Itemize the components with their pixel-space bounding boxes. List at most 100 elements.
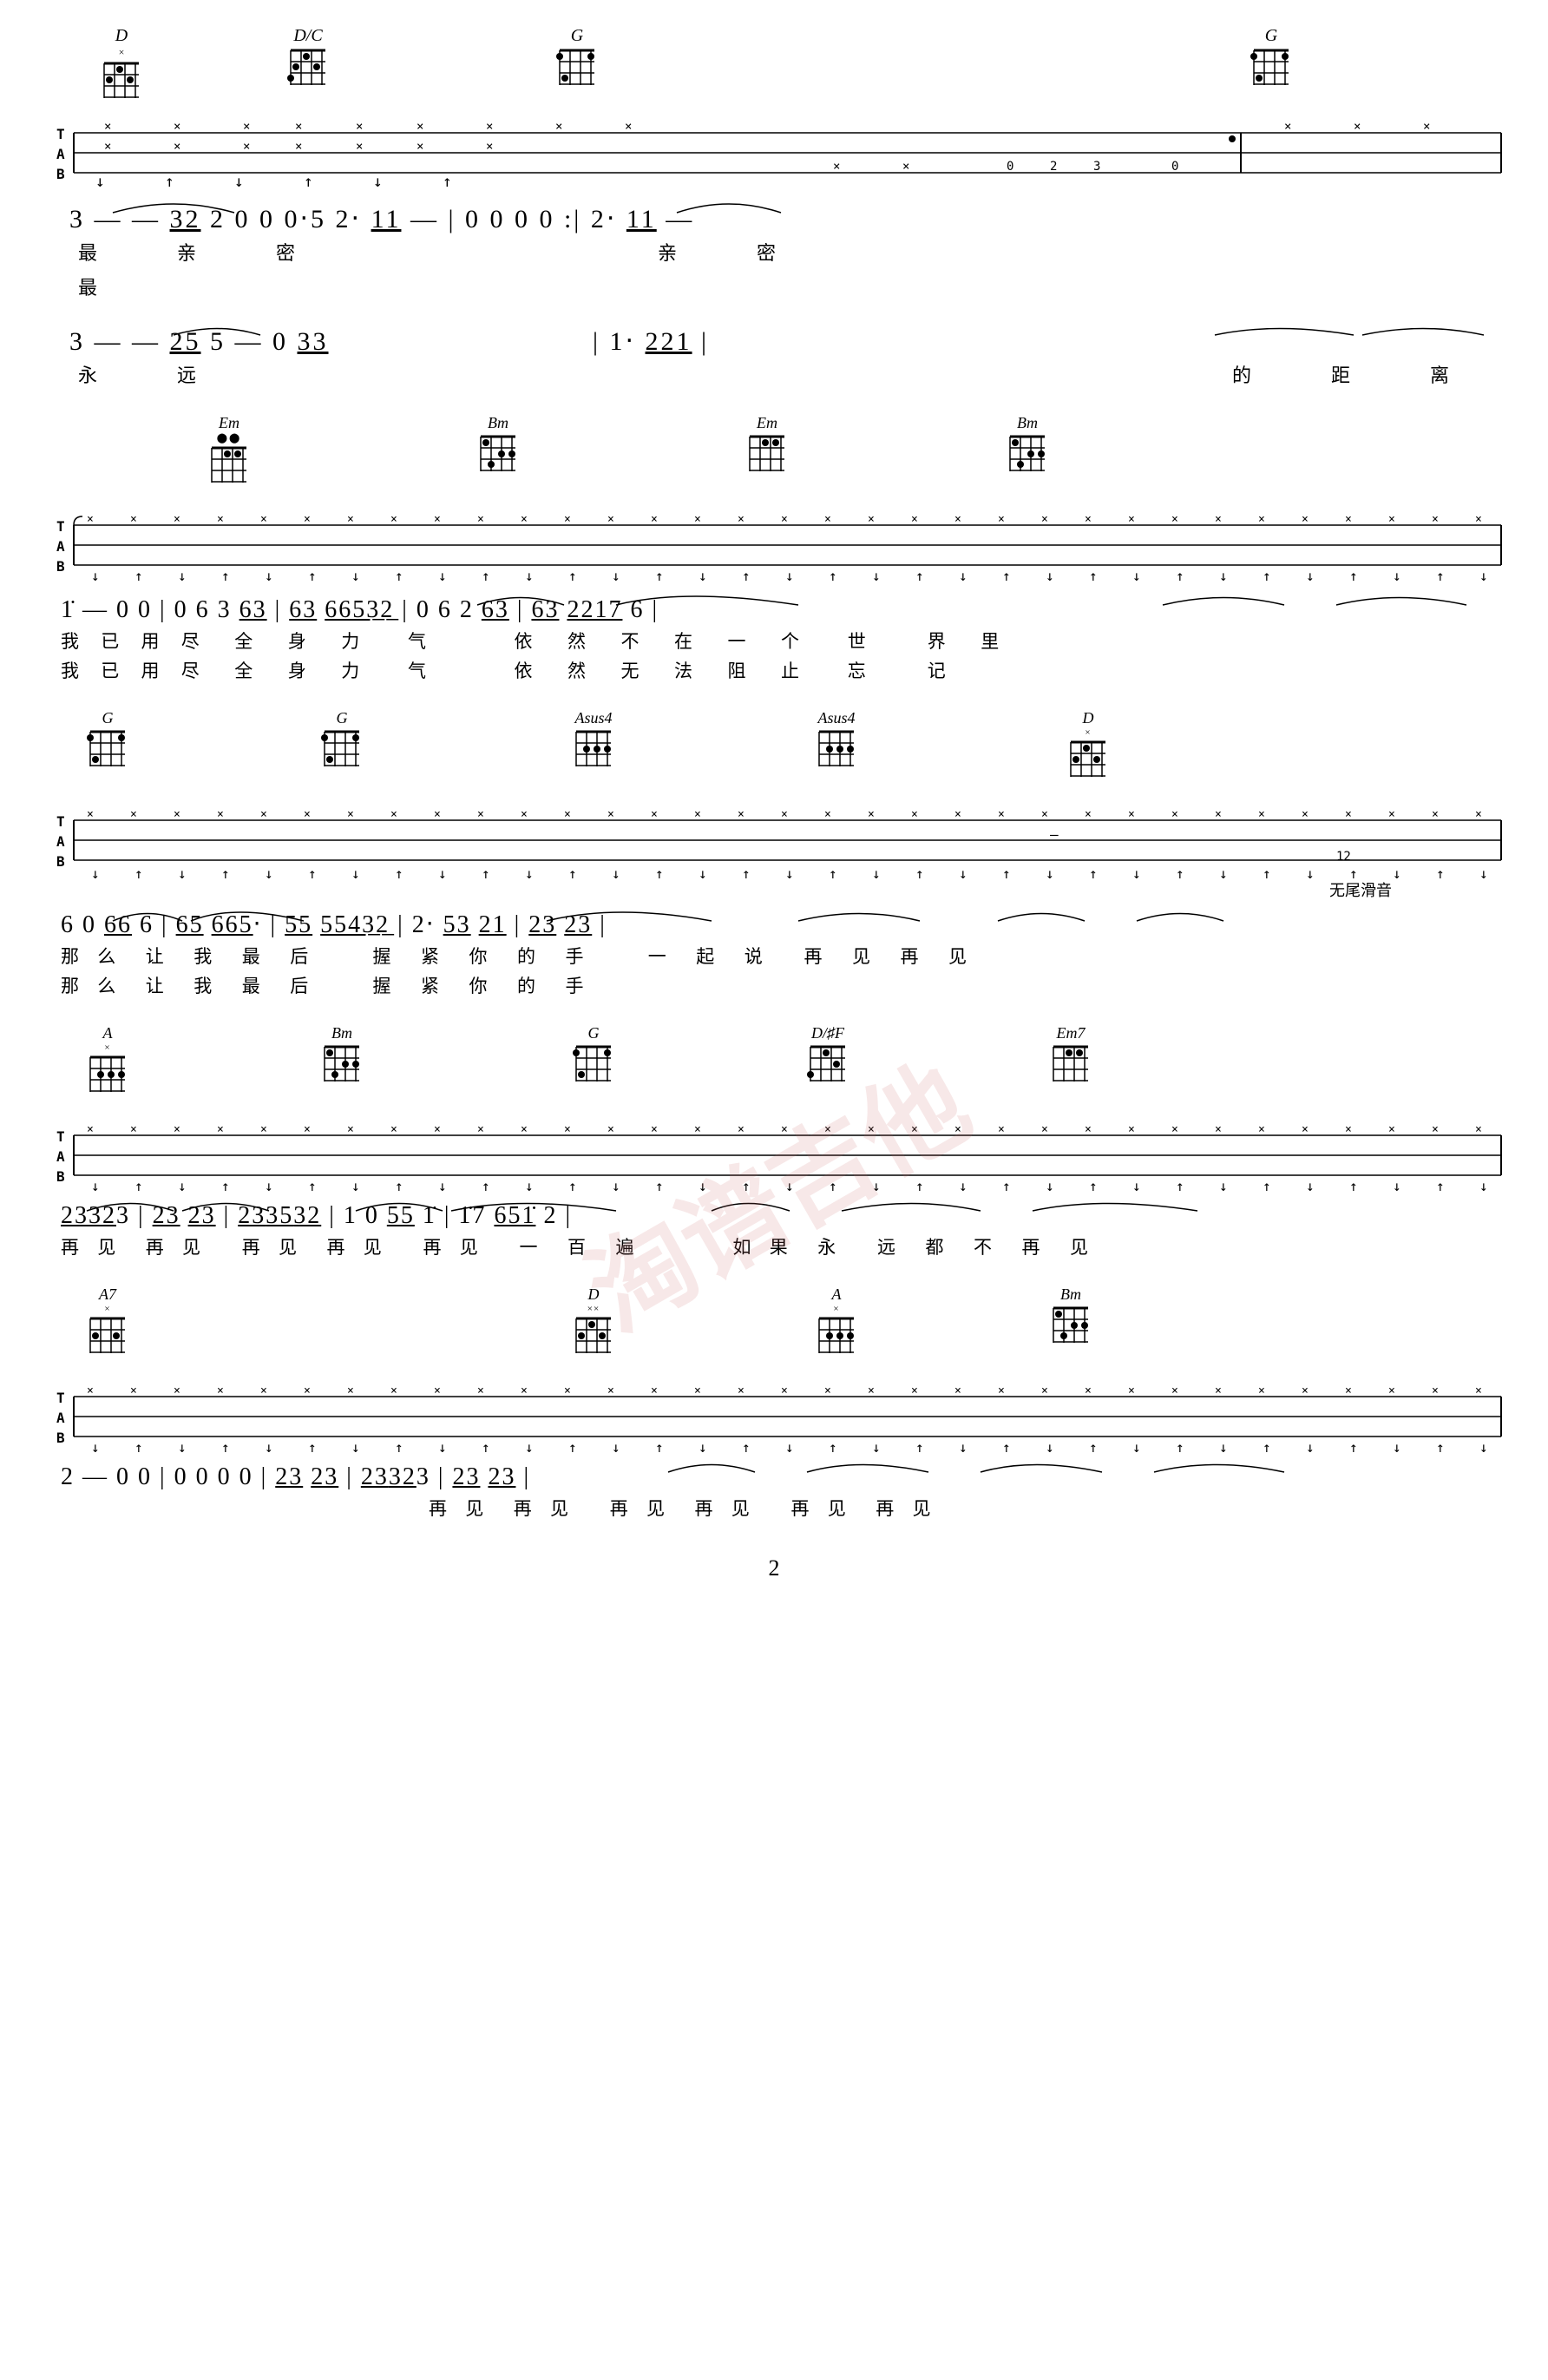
svg-text:×: × bbox=[477, 808, 484, 821]
lyric-text-4b: 那 么 让 我 最 后 握 紧 你 的 手 bbox=[61, 976, 591, 996]
svg-text:×: × bbox=[1432, 1384, 1439, 1397]
svg-text:×: × bbox=[434, 513, 441, 526]
chord-Bm3-diagram bbox=[321, 1042, 363, 1084]
svg-text:↑: ↑ bbox=[742, 1439, 751, 1455]
svg-text:↓: ↓ bbox=[1219, 1439, 1228, 1455]
svg-text:↑: ↑ bbox=[221, 1439, 230, 1455]
svg-text:×: × bbox=[868, 808, 875, 821]
svg-text:↓: ↓ bbox=[265, 865, 273, 882]
chord-Bm-2: Bm bbox=[1007, 414, 1048, 478]
svg-text:↑: ↑ bbox=[915, 1439, 924, 1455]
chord-Asus4-1-diagram bbox=[573, 727, 614, 769]
svg-text:×: × bbox=[1041, 1123, 1048, 1136]
svg-text:×: × bbox=[1041, 1384, 1048, 1397]
svg-text:↓: ↓ bbox=[265, 568, 273, 584]
svg-text:↑: ↑ bbox=[568, 1439, 577, 1455]
svg-text:↓: ↓ bbox=[1479, 1178, 1488, 1193]
svg-text:↓: ↓ bbox=[785, 865, 794, 882]
svg-text:×: × bbox=[174, 120, 180, 134]
chord-G-4: G bbox=[321, 709, 363, 773]
svg-text:×: × bbox=[1258, 1384, 1265, 1397]
svg-text:↓: ↓ bbox=[265, 1439, 273, 1455]
svg-text:×: × bbox=[1345, 808, 1352, 821]
chord-D2-diagram bbox=[1067, 738, 1109, 779]
svg-text:↑: ↑ bbox=[568, 1178, 577, 1193]
svg-text:↑: ↑ bbox=[915, 865, 924, 882]
svg-text:↑: ↑ bbox=[482, 568, 490, 584]
svg-text:↑: ↑ bbox=[742, 1178, 751, 1193]
svg-text:↓: ↓ bbox=[612, 1439, 620, 1455]
lyric-text-1a: 最 亲 密 bbox=[78, 242, 307, 264]
svg-text:↓: ↓ bbox=[91, 1439, 100, 1455]
svg-text:↓: ↓ bbox=[1479, 865, 1488, 882]
tab-staff-2: T A B ↓ ↑ ↓ ↑ ↓ ↑ ↓ ↑ ↓ ↑ ↓ ↑ ↓ ↑ ↓ ↑ bbox=[52, 510, 1510, 588]
svg-text:×: × bbox=[130, 808, 137, 821]
chord-Asus4-2-diagram bbox=[816, 727, 857, 769]
svg-text:↑: ↑ bbox=[395, 1439, 403, 1455]
svg-text:×: × bbox=[356, 120, 363, 134]
svg-text:A: A bbox=[56, 538, 65, 555]
svg-text:×: × bbox=[304, 1123, 311, 1136]
svg-text:×: × bbox=[868, 1123, 875, 1136]
svg-text:↑: ↑ bbox=[134, 568, 143, 584]
svg-text:↓: ↓ bbox=[373, 173, 383, 191]
svg-text:↑: ↑ bbox=[1089, 1439, 1098, 1455]
svg-text:×: × bbox=[651, 1384, 658, 1397]
chord-A7-diagram bbox=[87, 1314, 128, 1356]
svg-text:×: × bbox=[781, 1123, 788, 1136]
svg-text:×: × bbox=[1302, 1384, 1309, 1397]
svg-text:↓: ↓ bbox=[265, 1178, 273, 1193]
svg-text:↓: ↓ bbox=[525, 568, 534, 584]
svg-text:↑: ↑ bbox=[829, 1439, 837, 1455]
chord-D-3: D ×× bbox=[573, 1285, 614, 1360]
svg-text:A: A bbox=[56, 833, 65, 850]
chord-G4-diagram bbox=[321, 727, 363, 769]
page: 淘谱吉他 D × bbox=[0, 0, 1548, 2380]
lyrics-3a: 我 已 用 尽 全 身 力 气 依 然 不 在 一 个 世 界 里 bbox=[61, 628, 1496, 654]
svg-text:×: × bbox=[781, 1384, 788, 1397]
svg-text:×: × bbox=[781, 513, 788, 526]
svg-text:↑: ↑ bbox=[134, 1178, 143, 1193]
svg-text:×: × bbox=[911, 513, 918, 526]
svg-text:×: × bbox=[738, 513, 744, 526]
svg-text:×: × bbox=[260, 513, 267, 526]
svg-text:×: × bbox=[477, 1384, 484, 1397]
svg-text:A: A bbox=[56, 146, 65, 162]
lyric-text-2a: 永 远 bbox=[78, 360, 208, 388]
svg-text:×: × bbox=[87, 513, 94, 526]
notation-line-4: 6 0 66 6 | 65 665‧ | 55 5543̲2̲ | 2‧ 53 … bbox=[61, 910, 1496, 939]
svg-text:×: × bbox=[521, 808, 528, 821]
svg-text:×: × bbox=[607, 1384, 614, 1397]
svg-text:×: × bbox=[555, 120, 562, 134]
svg-text:×: × bbox=[954, 1123, 961, 1136]
svg-text:×: × bbox=[1041, 513, 1048, 526]
section-2: 3 — — 25 5 — 0 33 | 1‧ 221 | 永 远 的 距 离 bbox=[52, 326, 1496, 388]
svg-text:B: B bbox=[56, 166, 65, 182]
svg-text:×: × bbox=[625, 120, 632, 134]
tab-staff-1: T A B × × × × × × × × × × × × × × × bbox=[52, 117, 1510, 195]
svg-text:×: × bbox=[1215, 1123, 1222, 1136]
svg-text:×: × bbox=[1128, 1384, 1135, 1397]
svg-text:×: × bbox=[347, 1123, 354, 1136]
svg-text:×: × bbox=[521, 513, 528, 526]
svg-text:×: × bbox=[1388, 808, 1395, 821]
svg-text:×: × bbox=[1354, 120, 1361, 134]
svg-text:↓: ↓ bbox=[438, 568, 447, 584]
svg-text:↑: ↑ bbox=[165, 173, 174, 191]
svg-text:↑: ↑ bbox=[221, 1178, 230, 1193]
svg-text:×: × bbox=[174, 140, 180, 154]
svg-text:×: × bbox=[174, 1384, 180, 1397]
page-number: 2 bbox=[769, 1555, 780, 1581]
svg-text:×: × bbox=[564, 1123, 571, 1136]
svg-text:↓: ↓ bbox=[872, 1439, 881, 1455]
svg-text:↓: ↓ bbox=[351, 1178, 360, 1193]
chord-G1-diagram bbox=[555, 46, 599, 89]
svg-text:↑: ↑ bbox=[1263, 1439, 1271, 1455]
svg-text:↑: ↑ bbox=[308, 1439, 317, 1455]
svg-text:×: × bbox=[1085, 808, 1092, 821]
svg-text:↑: ↑ bbox=[308, 865, 317, 882]
chord-G2-diagram bbox=[1250, 46, 1293, 89]
slide-text: 无尾滑音 bbox=[1329, 882, 1392, 899]
svg-text:↑: ↑ bbox=[395, 1178, 403, 1193]
svg-text:↑: ↑ bbox=[134, 1439, 143, 1455]
